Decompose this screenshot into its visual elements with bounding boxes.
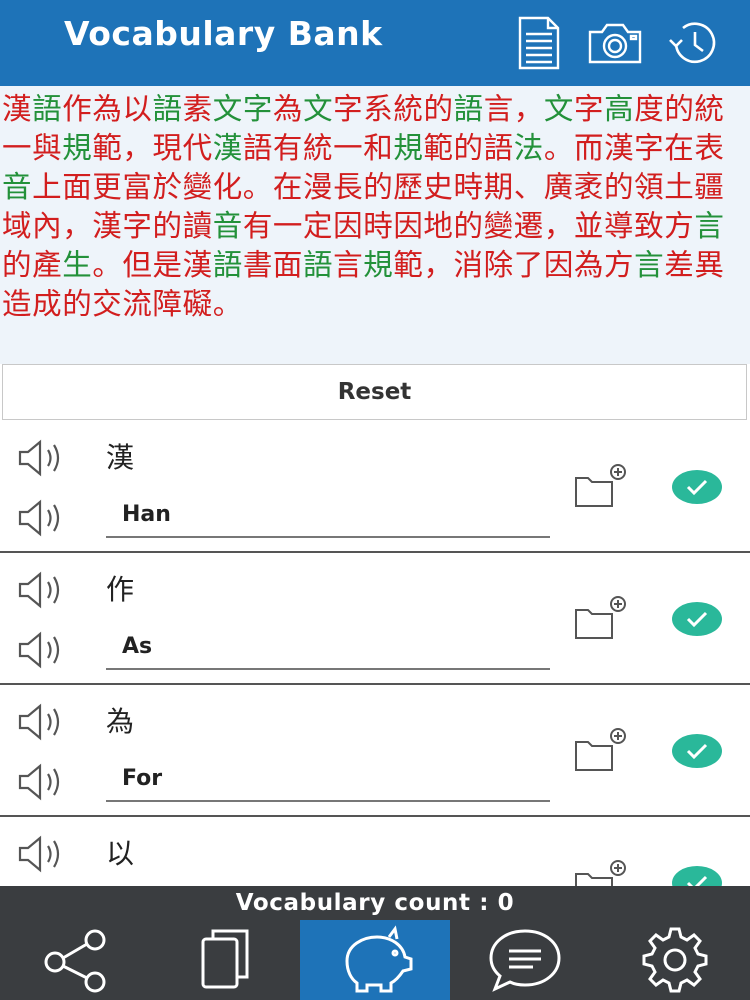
passage-segment[interactable]: 語	[153, 92, 183, 126]
passage-segment[interactable]: 作為以	[62, 92, 152, 126]
check-icon[interactable]	[672, 602, 722, 636]
vocab-word: 漢	[106, 441, 135, 474]
share-icon[interactable]	[0, 920, 150, 1000]
passage-segment[interactable]: 語有統一和	[243, 131, 394, 165]
speaker-icon[interactable]	[16, 762, 76, 802]
list-item: 漢 Han	[0, 422, 750, 553]
speaker-icon[interactable]	[16, 438, 76, 478]
piggy-bank-icon[interactable]	[300, 920, 450, 1000]
passage-segment[interactable]: 字系統的	[333, 92, 453, 126]
list-item: 作 As	[0, 554, 750, 685]
chat-icon[interactable]	[450, 920, 600, 1000]
passage-segment[interactable]: 言	[333, 248, 363, 282]
passage-segment[interactable]: 語	[213, 248, 243, 282]
passage-segment[interactable]: 言，	[484, 92, 544, 126]
translation-field[interactable]: Han	[106, 492, 550, 538]
reset-button[interactable]: Reset	[2, 364, 747, 420]
app-title: Vocabulary Bank	[64, 14, 383, 53]
document-icon[interactable]	[510, 14, 568, 72]
check-icon[interactable]	[672, 866, 722, 886]
passage-segment[interactable]: 語	[454, 92, 484, 126]
check-icon[interactable]	[672, 734, 722, 768]
add-folder-icon[interactable]	[572, 858, 632, 886]
speaker-icon[interactable]	[16, 630, 76, 670]
speaker-icon[interactable]	[16, 498, 76, 538]
passage-segment[interactable]: 語	[32, 92, 62, 126]
speaker-icon[interactable]	[16, 702, 76, 742]
add-folder-icon[interactable]	[572, 594, 632, 644]
settings-icon[interactable]	[600, 920, 750, 1000]
history-clock-icon[interactable]	[664, 14, 722, 72]
check-icon[interactable]	[672, 470, 722, 504]
translation-field[interactable]: As	[106, 624, 550, 670]
camera-icon[interactable]	[586, 14, 644, 72]
app-header: Vocabulary Bank	[0, 0, 750, 86]
passage-segment[interactable]: 漢	[2, 92, 32, 126]
passage-segment[interactable]: 範，現代	[92, 131, 212, 165]
passage-segment[interactable]: 字	[574, 92, 604, 126]
vocab-word: 為	[106, 705, 135, 738]
passage-segment[interactable]: 音	[2, 170, 32, 204]
passage-segment[interactable]: 言	[694, 209, 724, 243]
add-folder-icon[interactable]	[572, 462, 632, 512]
passage-segment[interactable]: 語	[303, 248, 333, 282]
bottom-nav	[0, 920, 750, 1000]
vocab-word: 以	[106, 837, 135, 870]
speaker-icon[interactable]	[16, 570, 76, 610]
passage-segment[interactable]: 高	[604, 92, 634, 126]
passage-segment[interactable]: 規	[62, 131, 92, 165]
vocab-word: 作	[106, 573, 135, 606]
translation-field[interactable]: For	[106, 756, 550, 802]
chinese-passage: 漢語作為以語素文字為文字系統的語言，文字高度的統一與規範，現代漢語有統一和規範的…	[0, 86, 750, 364]
passage-segment[interactable]: 漢	[213, 131, 243, 165]
passage-segment[interactable]: 文	[303, 92, 333, 126]
passage-segment[interactable]: 範，消除了因為方	[393, 248, 634, 282]
vocabulary-list: 漢 Han 作 As 為 For 以	[0, 422, 750, 886]
add-folder-icon[interactable]	[572, 726, 632, 776]
list-item: 以	[0, 818, 750, 886]
passage-segment[interactable]: 規	[393, 131, 423, 165]
passage-segment[interactable]: 範的語	[423, 131, 513, 165]
list-item: 為 For	[0, 686, 750, 817]
copy-icon[interactable]	[150, 920, 300, 1000]
passage-segment[interactable]: 素	[183, 92, 213, 126]
speaker-icon[interactable]	[16, 834, 76, 874]
passage-segment[interactable]: 規	[363, 248, 393, 282]
passage-segment[interactable]: 為	[273, 92, 303, 126]
passage-segment[interactable]: 的產	[2, 248, 62, 282]
passage-segment[interactable]: 言	[634, 248, 664, 282]
vocabulary-count: Vocabulary count : 0	[0, 886, 750, 920]
passage-segment[interactable]: 生	[62, 248, 92, 282]
passage-segment[interactable]: 法	[514, 131, 544, 165]
passage-segment[interactable]: 音	[213, 209, 243, 243]
passage-segment[interactable]: 文	[544, 92, 574, 126]
passage-segment[interactable]: 。但是漢	[92, 248, 212, 282]
passage-segment[interactable]: 書面	[243, 248, 303, 282]
passage-segment[interactable]: 。而漢字在表	[544, 131, 725, 165]
passage-segment[interactable]: 文字	[213, 92, 273, 126]
passage-segment[interactable]: 有一定因時因地的變遷，並導致方	[243, 209, 695, 243]
